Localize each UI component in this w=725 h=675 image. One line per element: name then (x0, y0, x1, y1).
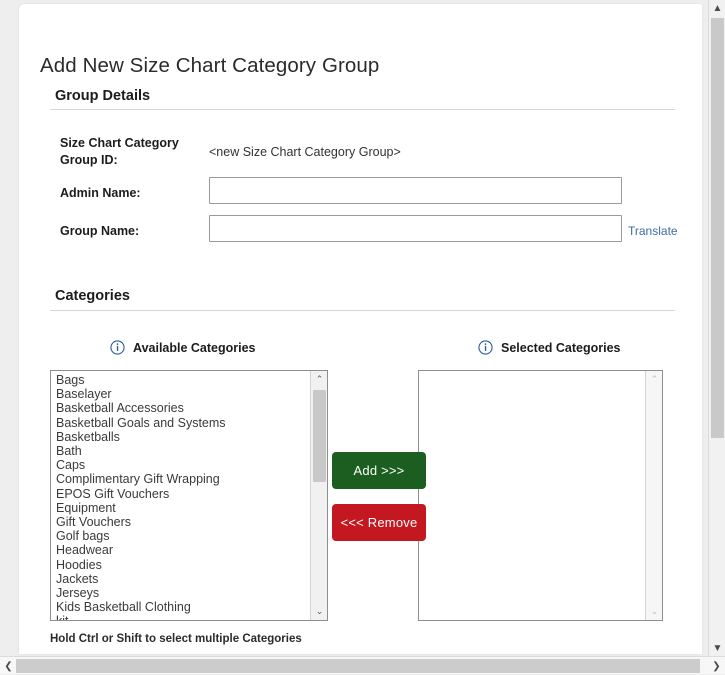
scroll-up-icon[interactable]: ⌃ (646, 371, 662, 388)
list-item[interactable]: Hoodies (54, 558, 310, 572)
multi-select-hint: Hold Ctrl or Shift to select multiple Ca… (50, 633, 302, 645)
group-details-divider (50, 109, 675, 110)
list-item[interactable]: Golf bags (54, 529, 310, 543)
categories-heading: Categories (55, 288, 130, 304)
list-item[interactable]: Basketball Goals and Systems (54, 416, 310, 430)
selected-categories-listbox[interactable]: ⌃ ⌄ (418, 370, 663, 621)
list-item[interactable]: Basketballs (54, 430, 310, 444)
list-item[interactable]: Baselayer (54, 387, 310, 401)
scroll-right-icon[interactable]: ❯ (708, 657, 725, 675)
list-item[interactable]: Caps (54, 458, 310, 472)
list-item[interactable]: Headwear (54, 543, 310, 557)
scroll-up-icon[interactable]: ⌃ (311, 371, 327, 388)
add-categories-button[interactable]: Add >>> (332, 452, 426, 489)
scroll-down-icon[interactable]: ▼ (709, 640, 725, 657)
available-categories-listbox[interactable]: Bags Baselayer Basketball Accessories Baske… (50, 370, 328, 621)
vertical-scrollbar-thumb[interactable] (711, 18, 724, 438)
group-name-input[interactable] (209, 215, 622, 242)
scroll-down-icon[interactable]: ⌄ (646, 603, 662, 620)
admin-name-label: Admin Name: (60, 186, 141, 200)
selected-categories-options[interactable] (419, 371, 645, 620)
group-name-label: Group Name: (60, 224, 140, 238)
list-item[interactable]: Basketball Accessories (54, 401, 310, 415)
page-horizontal-scrollbar[interactable]: ❮ ❯ (0, 656, 725, 674)
admin-name-input[interactable] (209, 177, 622, 204)
list-item[interactable]: Kids Basketball Clothing (54, 600, 310, 614)
scrollbar-thumb[interactable] (313, 390, 326, 482)
list-item[interactable]: EPOS Gift Vouchers (54, 487, 310, 501)
info-circle-icon[interactable] (110, 340, 125, 355)
available-categories-caption: Available Categories (110, 340, 256, 355)
selected-categories-caption: Selected Categories (478, 340, 621, 355)
horizontal-scrollbar-thumb[interactable] (16, 659, 700, 673)
list-item[interactable]: kit (54, 614, 310, 620)
list-item[interactable]: Complimentary Gift Wrapping (54, 472, 310, 486)
size-chart-category-group-id-value: <new Size Chart Category Group> (209, 145, 401, 159)
info-circle-icon[interactable] (478, 340, 493, 355)
selected-listbox-scrollbar[interactable]: ⌃ ⌄ (645, 371, 662, 620)
selected-categories-label: Selected Categories (501, 340, 621, 355)
list-item[interactable]: Equipment (54, 501, 310, 515)
scroll-up-icon[interactable]: ▲ (709, 0, 725, 17)
content-card: Add New Size Chart Category Group Group … (19, 4, 702, 654)
available-categories-options[interactable]: Bags Baselayer Basketball Accessories Baske… (51, 371, 310, 620)
browser-viewport: Add New Size Chart Category Group Group … (0, 0, 725, 674)
remove-categories-button[interactable]: <<< Remove (332, 504, 426, 541)
list-item[interactable]: Jackets (54, 572, 310, 586)
categories-divider (50, 310, 675, 311)
scroll-down-icon[interactable]: ⌄ (311, 603, 327, 620)
translate-link[interactable]: Translate (628, 224, 678, 238)
list-item[interactable]: Bags (54, 373, 310, 387)
list-item[interactable]: Gift Vouchers (54, 515, 310, 529)
available-categories-label: Available Categories (133, 340, 256, 355)
page-vertical-scrollbar[interactable]: ▲ ▼ (708, 0, 725, 657)
scroll-left-icon[interactable]: ❮ (0, 657, 17, 675)
page-title: Add New Size Chart Category Group (40, 53, 380, 77)
group-details-heading: Group Details (55, 88, 151, 104)
list-item[interactable]: Bath (54, 444, 310, 458)
available-listbox-scrollbar[interactable]: ⌃ ⌄ (310, 371, 327, 620)
list-item[interactable]: Jerseys (54, 586, 310, 600)
size-chart-category-group-id-label: Size Chart Category Group ID: (60, 136, 179, 167)
